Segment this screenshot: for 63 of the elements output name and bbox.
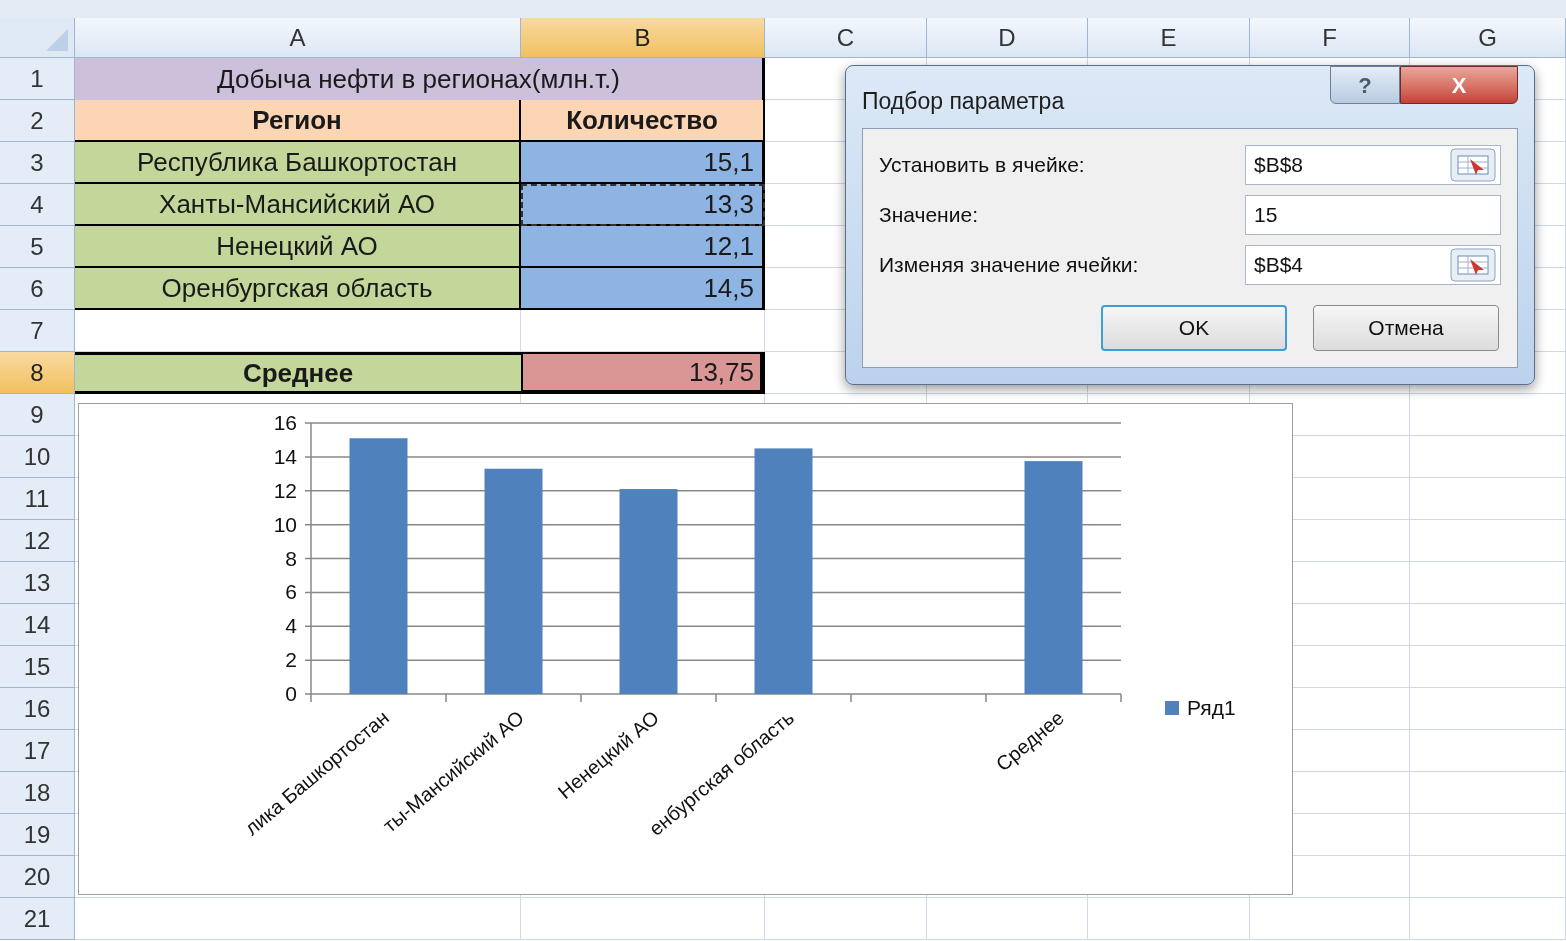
column-header[interactable]: E <box>1088 18 1250 58</box>
y-tick-label: 6 <box>285 580 297 604</box>
table-cell: Ханты-Мансийский АО <box>75 184 521 226</box>
y-tick-label: 4 <box>285 614 297 638</box>
row-number[interactable]: 20 <box>0 856 75 898</box>
table-cell: Добыча нефти в регионах(млн.т.) <box>75 58 765 100</box>
field-label: Установить в ячейке: <box>879 152 1085 179</box>
table-cell: Ненецкий АО <box>75 226 521 268</box>
field-label: Изменяя значение ячейки: <box>879 252 1139 279</box>
table-cell: 12,1 <box>521 226 765 268</box>
row-number[interactable]: 11 <box>0 478 75 520</box>
input-field[interactable]: $B$4 <box>1245 245 1501 285</box>
input-field[interactable]: 15 <box>1245 195 1501 235</box>
table-cell: Количество <box>521 100 765 142</box>
help-button[interactable]: ? <box>1330 66 1400 104</box>
row-number[interactable]: 4 <box>0 184 75 226</box>
column-header[interactable]: B <box>521 18 765 58</box>
dialog-title: Подбор параметра <box>862 87 1065 116</box>
row-number[interactable]: 6 <box>0 268 75 310</box>
row-number[interactable]: 18 <box>0 772 75 814</box>
table-cell: Регион <box>75 100 521 142</box>
table-cell: Оренбургская область <box>75 268 521 310</box>
row-number[interactable]: 12 <box>0 520 75 562</box>
range-select-icon[interactable] <box>1450 148 1496 182</box>
row-number[interactable]: 9 <box>0 394 75 436</box>
column-header[interactable]: D <box>927 18 1088 58</box>
row-number[interactable]: 16 <box>0 688 75 730</box>
column-header[interactable]: F <box>1250 18 1410 58</box>
row-number[interactable]: 13 <box>0 562 75 604</box>
field-label: Значение: <box>879 202 978 229</box>
row-number[interactable]: 1 <box>0 58 75 100</box>
y-tick-label: 14 <box>273 444 297 468</box>
row-number[interactable]: 19 <box>0 814 75 856</box>
input-field[interactable]: $B$8 <box>1245 145 1501 185</box>
row-number[interactable]: 15 <box>0 646 75 688</box>
row-number[interactable]: 17 <box>0 730 75 772</box>
range-select-icon[interactable] <box>1450 248 1496 282</box>
row-number[interactable]: 10 <box>0 436 75 478</box>
table-cell: 14,5 <box>521 268 765 310</box>
row-number[interactable]: 14 <box>0 604 75 646</box>
column-header[interactable]: A <box>75 18 521 58</box>
row-number[interactable]: 5 <box>0 226 75 268</box>
y-tick-label: 16 <box>273 411 297 434</box>
table-cell: 13,75 <box>521 352 765 394</box>
y-tick-label: 10 <box>273 512 297 536</box>
dialog-button[interactable]: OK <box>1101 305 1287 351</box>
table-cell: Республика Башкортостан <box>75 142 521 184</box>
row-number[interactable]: 3 <box>0 142 75 184</box>
row-number[interactable]: 2 <box>0 100 75 142</box>
column-header[interactable]: G <box>1410 18 1566 58</box>
y-tick-label: 0 <box>285 682 297 705</box>
row-number[interactable]: 7 <box>0 310 75 352</box>
y-tick-label: 2 <box>285 648 297 672</box>
column-header[interactable]: C <box>765 18 927 58</box>
y-tick-label: 12 <box>273 478 297 502</box>
legend-label: Ряд1 <box>1187 696 1236 719</box>
dialog-button[interactable]: Отмена <box>1313 305 1499 351</box>
table-cell: 13,3 <box>521 184 765 226</box>
table-cell: Среднее <box>75 352 521 394</box>
row-number[interactable]: 21 <box>0 898 75 940</box>
y-tick-label: 8 <box>285 546 297 570</box>
row-number[interactable]: 8 <box>0 352 75 394</box>
table-cell: 15,1 <box>521 142 765 184</box>
